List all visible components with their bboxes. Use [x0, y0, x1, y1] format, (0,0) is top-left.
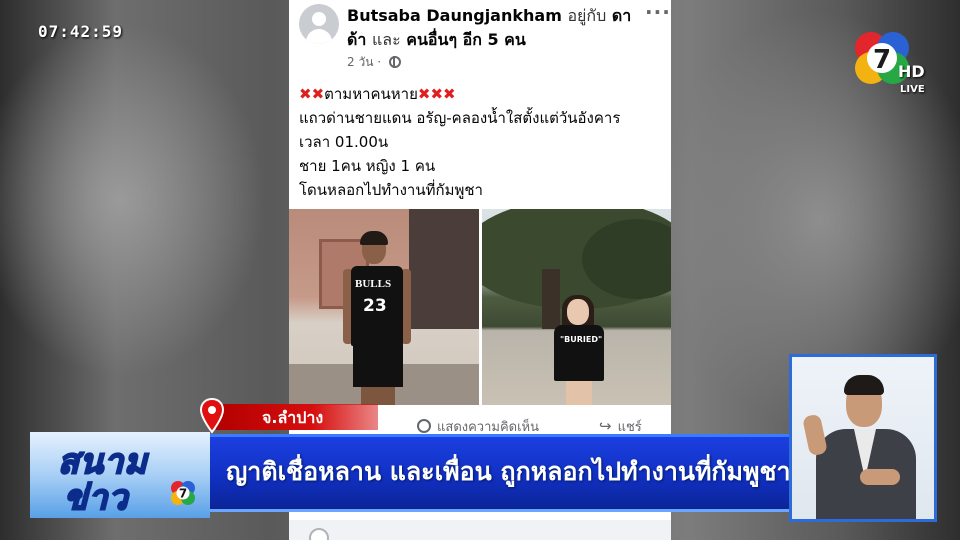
hd-badge: HD	[898, 62, 925, 81]
post-divider	[289, 520, 671, 540]
program-logo-bottom: ข่าว	[63, 477, 129, 519]
location-label: จ.ลำปาง	[262, 408, 324, 427]
with-prefix: อยู่กับ	[567, 6, 607, 25]
svg-text:7: 7	[873, 45, 891, 75]
cross-mark-icon: ✖✖	[299, 85, 325, 103]
post-line-3: เวลา 01.00น	[299, 133, 389, 151]
jersey-number: 23	[363, 296, 387, 316]
tagged-name-cont[interactable]: ด้า	[347, 30, 366, 49]
jersey-text: BULLS	[355, 278, 392, 290]
post-header: Butsaba Daungjankham อยู่กับ ดา	[347, 4, 631, 29]
program-logo: สนาม ข่าว 7	[30, 432, 210, 519]
post-text: ✖✖ตามหาคนหาย✖✖✖ แถวด่านชายแดน อรัญ-คลองน…	[299, 82, 669, 202]
author-name[interactable]: Butsaba Daungjankham	[347, 6, 562, 25]
news-lower-third: ญาติเชื่อหลาน และเพื่อน ถูกหลอกไปทำงานที…	[30, 432, 791, 519]
and-text: และ	[371, 30, 401, 49]
post-meta: 2 วัน ·	[347, 53, 401, 72]
missing-man-photo[interactable]: BULLS 23	[289, 209, 479, 405]
live-badge: LIVE	[900, 84, 925, 95]
tagged-others[interactable]: คนอื่นๆ อีก 5 คน	[406, 30, 526, 49]
missing-woman-photo[interactable]: "BURIED"	[482, 209, 671, 405]
post-line-2: แถวด่านชายแดน อรัญ-คลองน้ำใสตั้งแต่วันอั…	[299, 109, 621, 127]
globe-icon	[388, 56, 401, 68]
broadcast-timestamp: 07:42:59	[38, 22, 124, 41]
channel-7-mini-icon: 7	[171, 481, 195, 505]
svg-text:7: 7	[179, 487, 187, 501]
author-avatar	[299, 4, 339, 44]
post-header-line2: ด้า และ คนอื่นๆ อีก 5 คน	[347, 28, 526, 53]
location-pin-icon	[199, 398, 225, 434]
sign-language-interpreter	[789, 354, 937, 522]
tagged-name[interactable]: ดา	[612, 6, 631, 25]
post-line-1: ✖✖ตามหาคนหาย✖✖✖	[299, 85, 456, 103]
shirt-text: "BURIED"	[560, 335, 603, 344]
comment-icon	[417, 419, 431, 433]
more-options-icon[interactable]: ···	[645, 0, 671, 24]
time-ago[interactable]: 2 วัน	[347, 55, 373, 69]
post-line-5: โดนหลอกไปทำงานที่กัมพูชา	[299, 181, 483, 199]
cross-mark-icon: ✖✖✖	[417, 85, 456, 103]
headline-text: ญาติเชื่อหลาน และเพื่อน ถูกหลอกไปทำงานที…	[226, 457, 791, 486]
post-line-4: ชาย 1คน หญิง 1 คน	[299, 157, 436, 175]
